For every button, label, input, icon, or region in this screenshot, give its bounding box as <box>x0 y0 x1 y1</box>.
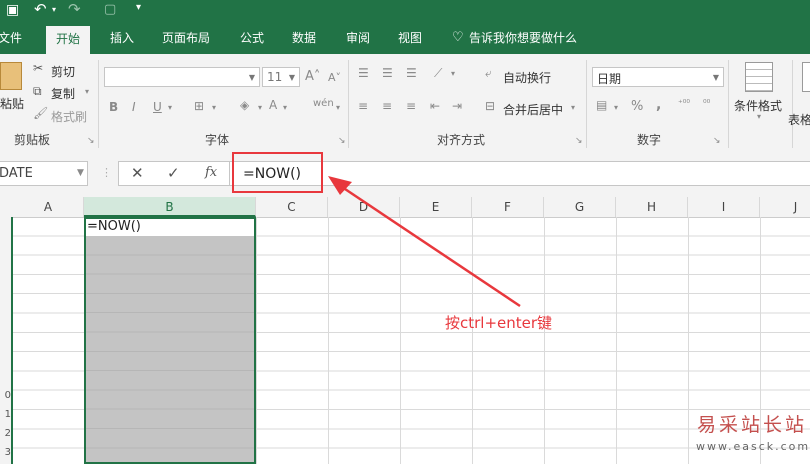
annotation-text: 按ctrl+enter键 <box>445 314 553 332</box>
watermark-url: www.easck.com <box>696 440 810 453</box>
arrow-annotation <box>328 176 521 308</box>
watermark-text: 易采站长站 <box>697 414 808 436</box>
